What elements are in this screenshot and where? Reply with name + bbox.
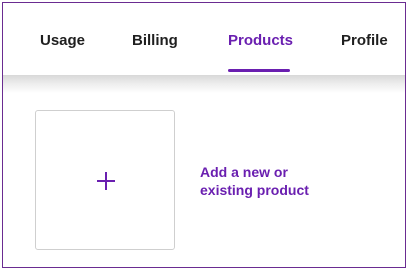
add-product-link[interactable]: Add a new or existing product (200, 163, 340, 199)
tab-products[interactable]: Products (228, 32, 293, 49)
tab-profile[interactable]: Profile (341, 32, 388, 49)
plus-icon (97, 172, 115, 190)
add-product-label-line1: Add a new or (200, 164, 288, 180)
active-tab-indicator (228, 69, 290, 72)
add-product-label-line2: existing product (200, 182, 309, 198)
tab-billing[interactable]: Billing (132, 32, 178, 49)
tab-usage[interactable]: Usage (40, 32, 85, 49)
add-product-card[interactable] (35, 110, 175, 250)
tab-bar: Usage Billing Products Profile (3, 3, 405, 75)
products-panel: Usage Billing Products Profile Add a new… (2, 2, 406, 268)
tab-bar-shadow (3, 75, 405, 93)
